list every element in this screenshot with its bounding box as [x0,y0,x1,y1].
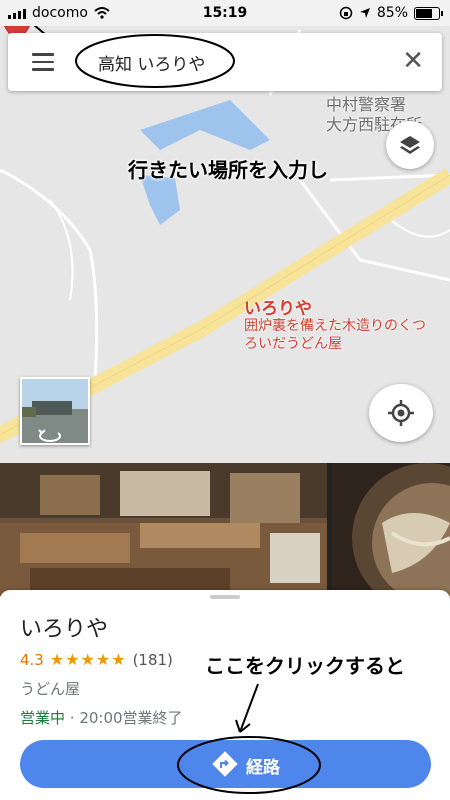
crosshair-icon [388,400,414,426]
rating-value: 4.3 [20,650,44,669]
restaurant-interior-photo[interactable] [0,463,327,596]
my-location-button[interactable] [369,384,433,442]
close-icon[interactable]: ✕ [402,48,424,74]
directions-icon [212,751,238,777]
location-arrow-icon [359,8,370,18]
photo-strip[interactable] [0,463,450,596]
police-station-label-line: 中村警察署 [326,95,407,114]
battery-icon [414,6,443,20]
udon-dish-photo[interactable] [332,463,450,596]
place-name: いろりや [20,617,109,642]
rotation-lock-icon [339,6,353,20]
rating-row[interactable]: 4.3 ★★★★★ (181) [20,650,173,669]
street-view-thumbnail[interactable] [20,377,90,445]
drag-handle[interactable] [210,595,240,599]
map-place-description: 囲炉裏を備えた木造りのくつろいだうどん屋 [244,318,426,352]
map-place-title[interactable]: いろりや [244,294,312,319]
rating-stars-icon: ★★★★★ [49,650,127,669]
annotation-click-here: ここをクリックすると [205,654,405,678]
closing-time: · 20:00営業終了 [65,709,183,727]
layers-icon [400,136,420,154]
place-category: うどん屋 [20,680,81,698]
annotation-enter-destination: 行きたい場所を入力し [128,158,328,182]
street-view-image [22,379,88,443]
directions-button[interactable]: 経路 [20,736,431,794]
search-bar[interactable]: 高知 いろりや ✕ [8,33,442,91]
udon-photo-image [332,463,450,596]
review-count[interactable]: (181) [133,651,173,669]
directions-label: 経路 [246,758,280,778]
place-details-sheet[interactable]: いろりや 4.3 ★★★★★ (181) うどん屋 営業中 · 20:00営業終… [0,590,450,800]
status-bar: docomo 15:19 85% [0,0,450,26]
opening-hours[interactable]: 営業中 · 20:00営業終了 [20,707,183,728]
layers-button[interactable] [386,121,434,169]
annotation-arrow-down-icon [235,683,259,733]
interior-photo-image [0,463,327,596]
open-status: 営業中 [20,709,66,727]
battery-percent: 85% [376,5,408,21]
search-input[interactable]: 高知 いろりや [98,50,205,75]
hamburger-menu-icon[interactable] [32,53,54,71]
